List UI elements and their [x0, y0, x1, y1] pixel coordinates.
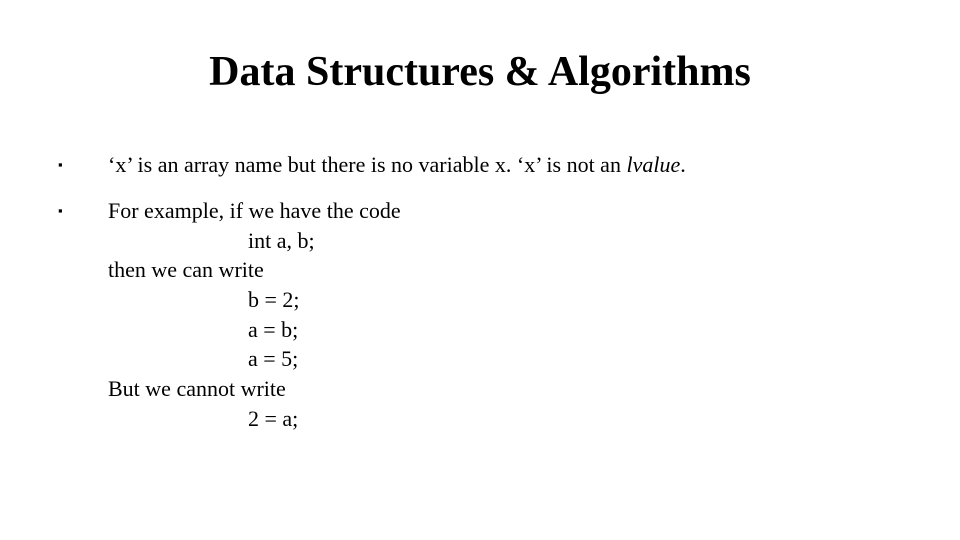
bullet-2-content: For example, if we have the code int a, … [108, 196, 906, 434]
square-bullet-icon: ▪ [54, 196, 108, 226]
b2-line-5: a = b; [108, 315, 906, 345]
square-bullet-icon: ▪ [54, 150, 108, 180]
bullet-1-content: ‘x’ is an array name but there is no var… [108, 150, 906, 180]
slide-title: Data Structures & Algorithms [0, 48, 960, 96]
b2-line-1: For example, if we have the code [108, 196, 906, 226]
slide: Data Structures & Algorithms ▪ ‘x’ is an… [0, 0, 960, 540]
b2-line-3: then we can write [108, 255, 906, 285]
bullet-1-ital: lvalue [626, 152, 680, 177]
bullet-1-post: . [680, 152, 686, 177]
bullet-item-1: ▪ ‘x’ is an array name but there is no v… [54, 150, 906, 180]
b2-line-8: 2 = a; [108, 404, 906, 434]
b2-line-6: a = 5; [108, 344, 906, 374]
slide-body: ▪ ‘x’ is an array name but there is no v… [54, 150, 906, 450]
b2-line-2: int a, b; [108, 226, 906, 256]
bullet-item-2: ▪ For example, if we have the code int a… [54, 196, 906, 434]
bullet-1-pre: ‘x’ is an array name but there is no var… [108, 152, 626, 177]
b2-line-7: But we cannot write [108, 374, 906, 404]
b2-line-4: b = 2; [108, 285, 906, 315]
